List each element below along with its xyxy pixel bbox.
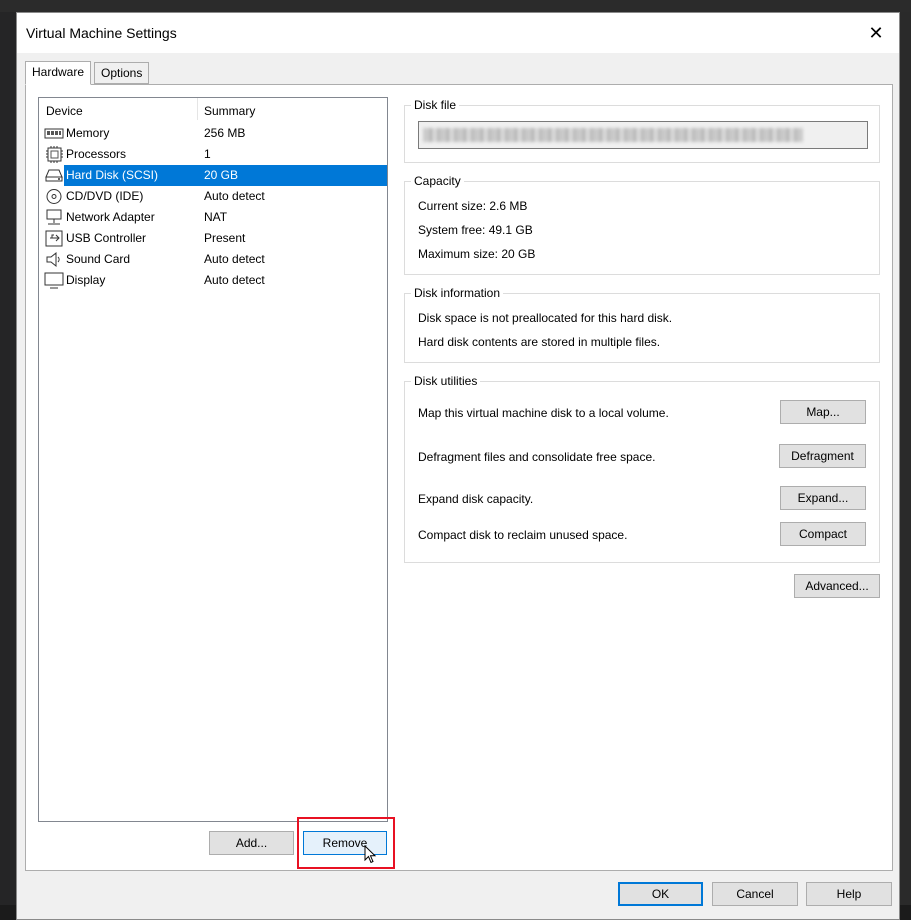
disk-information-group: Disk information Disk space is not preal… (404, 286, 880, 363)
vm-settings-dialog: Virtual Machine Settings ✕ Hardware Opti… (16, 12, 900, 920)
device-summary: 1 (204, 147, 211, 161)
maximum-size-text: Maximum size: 20 GB (418, 247, 536, 261)
device-name: Memory (66, 126, 110, 140)
compact-description: Compact disk to reclaim unused space. (418, 528, 628, 542)
advanced-button[interactable]: Advanced... (794, 574, 880, 598)
device-name: Display (66, 273, 106, 287)
disk-utilities-label: Disk utilities (411, 374, 481, 388)
title-bar: Virtual Machine Settings ✕ (17, 13, 899, 53)
disk-utilities-group: Disk utilities Map this virtual machine … (404, 374, 880, 563)
blurred-disk-path (423, 128, 803, 142)
processor-icon (46, 146, 63, 163)
system-free-text: System free: 49.1 GB (418, 223, 533, 237)
remove-button-highlight (297, 817, 395, 869)
device-list-header: Device Summary (39, 98, 387, 122)
device-column-header[interactable]: Device (46, 104, 83, 118)
hard-disk-icon (45, 169, 63, 182)
device-row-hard-disk[interactable]: Hard Disk (SCSI) 20 GB (41, 165, 387, 186)
device-row-usb-controller[interactable]: USB Controller Present (41, 228, 387, 249)
ok-button[interactable]: OK (618, 882, 703, 906)
mouse-pointer-icon (364, 845, 377, 864)
help-button[interactable]: Help (806, 882, 892, 906)
tab-options[interactable]: Options (94, 62, 150, 84)
device-summary: Present (204, 231, 246, 245)
current-size-text: Current size: 2.6 MB (418, 199, 528, 213)
device-summary: 20 GB (204, 168, 239, 182)
capacity-label: Capacity (411, 174, 464, 188)
device-name: USB Controller (66, 231, 147, 245)
capacity-group: Capacity Current size: 2.6 MB System fre… (404, 174, 880, 275)
background-taskbar (0, 0, 911, 12)
memory-icon (44, 128, 64, 139)
device-summary: 256 MB (204, 126, 246, 140)
compact-button[interactable]: Compact (780, 522, 866, 546)
defragment-description: Defragment files and consolidate free sp… (418, 450, 656, 464)
cd-dvd-icon (46, 189, 62, 204)
device-name: Processors (66, 147, 127, 161)
tab-hardware[interactable]: Hardware (25, 61, 92, 85)
disk-file-group: Disk file (404, 98, 880, 163)
device-summary: Auto detect (204, 189, 265, 203)
disk-info-line-2: Hard disk contents are stored in multipl… (418, 335, 661, 349)
device-list: Device Summary Memory 256 MB Processors … (38, 97, 388, 822)
background-window-left (0, 12, 16, 920)
close-icon[interactable]: ✕ (861, 21, 891, 45)
display-icon (44, 272, 64, 289)
usb-icon (45, 230, 63, 247)
background-window-right (900, 12, 911, 920)
device-summary: Auto detect (204, 273, 265, 287)
device-name: Network Adapter (66, 210, 155, 224)
disk-file-path-field[interactable] (418, 121, 868, 149)
disk-information-label: Disk information (411, 286, 504, 300)
defragment-button[interactable]: Defragment (779, 444, 866, 468)
expand-button[interactable]: Expand... (780, 486, 866, 510)
device-row-display[interactable]: Display Auto detect (41, 270, 387, 291)
disk-file-label: Disk file (411, 98, 460, 112)
device-summary: Auto detect (204, 252, 265, 266)
device-row-processors[interactable]: Processors 1 (41, 144, 387, 165)
device-row-sound-card[interactable]: Sound Card Auto detect (41, 249, 387, 270)
window-title: Virtual Machine Settings (26, 25, 177, 41)
column-divider (197, 98, 198, 120)
device-name: Hard Disk (SCSI) (66, 168, 159, 182)
map-button[interactable]: Map... (780, 400, 866, 424)
disk-info-line-1: Disk space is not preallocated for this … (418, 311, 673, 325)
expand-description: Expand disk capacity. (418, 492, 534, 506)
device-name: Sound Card (66, 252, 131, 266)
device-summary: NAT (204, 210, 228, 224)
device-name: CD/DVD (IDE) (66, 189, 144, 203)
network-adapter-icon (46, 209, 62, 225)
device-row-cd-dvd[interactable]: CD/DVD (IDE) Auto detect (41, 186, 387, 207)
device-row-network-adapter[interactable]: Network Adapter NAT (41, 207, 387, 228)
cancel-button[interactable]: Cancel (712, 882, 798, 906)
add-button[interactable]: Add... (209, 831, 294, 855)
map-description: Map this virtual machine disk to a local… (418, 406, 669, 420)
summary-column-header[interactable]: Summary (204, 104, 255, 118)
device-row-memory[interactable]: Memory 256 MB (41, 123, 387, 144)
sound-card-icon (46, 251, 60, 268)
